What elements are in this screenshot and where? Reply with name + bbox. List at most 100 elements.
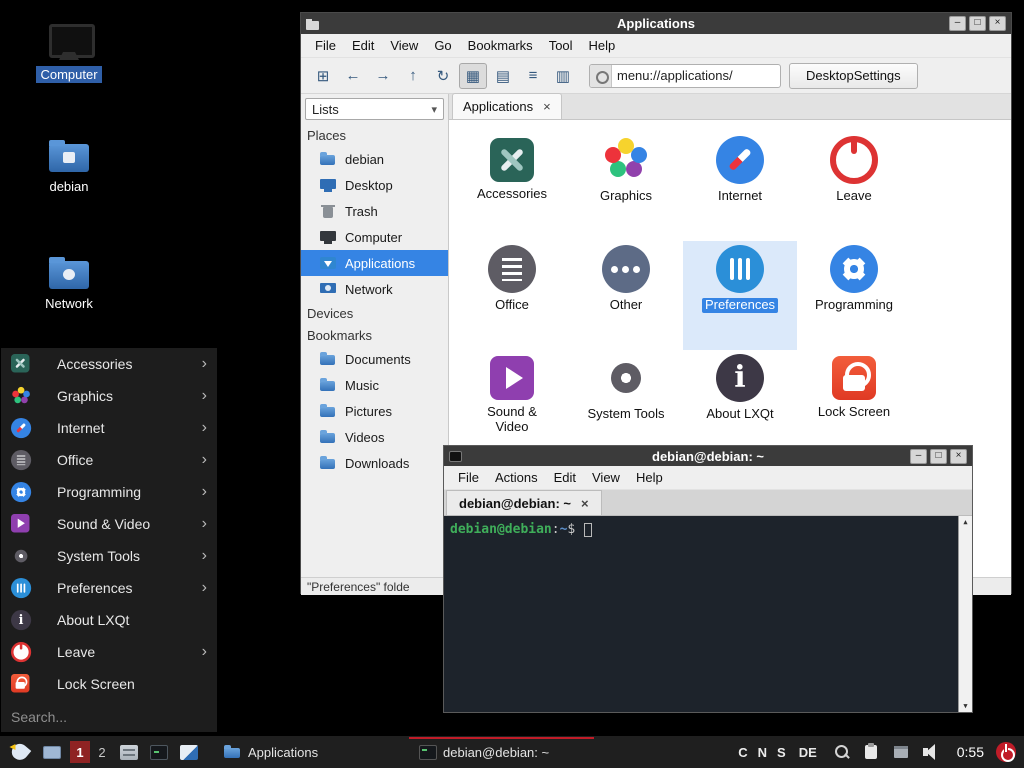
up-button[interactable]: ↑ — [399, 63, 427, 89]
desktop-icon-debian[interactable]: debian — [24, 138, 114, 195]
back-button[interactable]: ← — [339, 63, 367, 89]
side-pane-item-desktop[interactable]: Desktop — [301, 172, 448, 198]
app-item-accessories[interactable]: Accessories — [455, 132, 569, 241]
tab-close-icon[interactable]: × — [581, 496, 589, 511]
terminal-tab[interactable]: debian@debian: ~ × — [446, 490, 602, 515]
desktop-icon-network[interactable]: Network — [24, 255, 114, 312]
start-menu-item[interactable]: Lock Screen › — [1, 668, 217, 700]
clipboard-tray-icon[interactable] — [862, 742, 882, 762]
side-pane-item-trash[interactable]: Trash — [301, 198, 448, 224]
app-item-lock-screen[interactable]: Lock Screen — [797, 350, 911, 459]
start-menu-item[interactable]: Leave › — [1, 636, 217, 668]
menu-bar-item[interactable]: Go — [426, 38, 459, 53]
minimize-button[interactable]: – — [949, 16, 966, 31]
quicklaunch-terminal[interactable] — [146, 739, 172, 765]
apps-icon — [319, 255, 337, 271]
desktop-icon-computer[interactable]: Computer — [24, 24, 114, 83]
show-desktop-button[interactable] — [38, 738, 66, 766]
path-input[interactable] — [612, 68, 780, 83]
side-pane-item-pictures[interactable]: Pictures — [301, 398, 448, 424]
side-pane-item-documents[interactable]: Documents — [301, 346, 448, 372]
menu-bar-item[interactable]: File — [450, 470, 487, 485]
clock[interactable]: 0:55 — [957, 744, 984, 760]
side-pane-row[interactable]: Bookmarks — [301, 324, 448, 346]
workspace-1-button[interactable]: 1 — [70, 741, 90, 763]
app-item-graphics[interactable]: Graphics — [569, 132, 683, 241]
start-menu-button[interactable] — [6, 738, 34, 766]
quicklaunch-editor[interactable] — [176, 739, 202, 765]
task-button-applications[interactable]: Applications — [214, 737, 399, 767]
app-item-preferences[interactable]: Preferences — [683, 241, 797, 350]
close-button[interactable]: × — [989, 16, 1006, 31]
app-item-sound-video[interactable]: Sound & Video — [455, 350, 569, 459]
menu-bar-item[interactable]: View — [584, 470, 628, 485]
volume-icon[interactable] — [922, 742, 942, 762]
new-tab-button[interactable]: ⊞ — [309, 63, 337, 89]
title-bar[interactable]: debian@debian: ~ – □ × — [444, 446, 972, 466]
app-item-programming[interactable]: Programming — [797, 241, 911, 350]
app-item-about-lxqt[interactable]: About LXQt — [683, 350, 797, 459]
workspace-2-button[interactable]: 2 — [92, 741, 112, 763]
task-button-terminal[interactable]: debian@debian: ~ — [409, 737, 594, 767]
detailed-list-button[interactable]: ≡ — [519, 63, 547, 89]
start-menu-item[interactable]: Programming › — [1, 476, 217, 508]
start-menu-item[interactable]: Internet › — [1, 412, 217, 444]
menu-bar-item[interactable]: Edit — [344, 38, 382, 53]
package-tray-icon[interactable] — [892, 742, 912, 762]
menu-bar-item[interactable]: Tool — [541, 38, 581, 53]
app-item-leave[interactable]: Leave — [797, 132, 911, 241]
side-pane-mode-select[interactable]: Lists ▾ — [305, 98, 444, 120]
title-bar[interactable]: Applications – □ × — [301, 13, 1011, 34]
magnifier-tray-icon[interactable] — [832, 742, 852, 762]
start-menu-item[interactable]: Office › — [1, 444, 217, 476]
maximize-button[interactable]: □ — [969, 16, 986, 31]
menu-bar-item[interactable]: Help — [628, 470, 671, 485]
maximize-button[interactable]: □ — [930, 449, 947, 464]
keyboard-layout-indicator[interactable]: DE — [799, 745, 817, 760]
app-item-system-tools[interactable]: System Tools — [569, 350, 683, 459]
side-pane-row[interactable]: Places — [301, 124, 448, 146]
app-item-label: Programming — [815, 298, 893, 313]
start-menu-item[interactable]: Preferences › — [1, 572, 217, 604]
menu-bar-item[interactable]: Help — [581, 38, 624, 53]
side-pane-row[interactable]: Devices — [301, 302, 448, 324]
path-bar[interactable] — [589, 64, 781, 88]
tab-applications[interactable]: Applications × — [452, 93, 562, 119]
tab-close-icon[interactable]: × — [543, 99, 551, 114]
scroll-down-icon[interactable]: ▼ — [963, 702, 967, 710]
forward-button[interactable]: → — [369, 63, 397, 89]
side-pane-item-applications[interactable]: Applications — [301, 250, 448, 276]
app-item-other[interactable]: Other — [569, 241, 683, 350]
quicklaunch-file-manager[interactable] — [116, 739, 142, 765]
terminal-output[interactable]: debian@debian:~$ ▲ ▼ — [444, 516, 972, 712]
icon-view-button[interactable]: ▦ — [459, 63, 487, 89]
menu-bar-item[interactable]: Actions — [487, 470, 546, 485]
app-item-office[interactable]: Office — [455, 241, 569, 350]
start-menu-item[interactable]: Accessories › — [1, 348, 217, 380]
side-pane-item-music[interactable]: Music — [301, 372, 448, 398]
menu-bar-item[interactable]: Edit — [546, 470, 584, 485]
side-pane-item-videos[interactable]: Videos — [301, 424, 448, 450]
menu-bar-item[interactable]: File — [307, 38, 344, 53]
start-menu-item[interactable]: Sound & Video › — [1, 508, 217, 540]
menu-bar-item[interactable]: View — [382, 38, 426, 53]
side-pane-item-network[interactable]: Network — [301, 276, 448, 302]
start-menu-item[interactable]: System Tools › — [1, 540, 217, 572]
side-pane-item-downloads[interactable]: Downloads — [301, 450, 448, 476]
power-button[interactable] — [996, 742, 1016, 762]
close-button[interactable]: × — [950, 449, 967, 464]
desktop-settings-button[interactable]: DesktopSettings — [789, 63, 918, 89]
compact-view-button[interactable]: ▥ — [549, 63, 577, 89]
scroll-up-icon[interactable]: ▲ — [963, 518, 967, 526]
refresh-button[interactable]: ↻ — [429, 63, 457, 89]
side-pane-item-computer[interactable]: Computer — [301, 224, 448, 250]
thumbnail-view-button[interactable]: ▤ — [489, 63, 517, 89]
search-input[interactable] — [11, 709, 207, 725]
minimize-button[interactable]: – — [910, 449, 927, 464]
start-menu-item[interactable]: About LXQt › — [1, 604, 217, 636]
side-pane-item-debian[interactable]: debian — [301, 146, 448, 172]
start-menu-item[interactable]: Graphics › — [1, 380, 217, 412]
app-item-internet[interactable]: Internet — [683, 132, 797, 241]
scrollbar[interactable]: ▲ ▼ — [958, 516, 972, 712]
menu-bar-item[interactable]: Bookmarks — [460, 38, 541, 53]
